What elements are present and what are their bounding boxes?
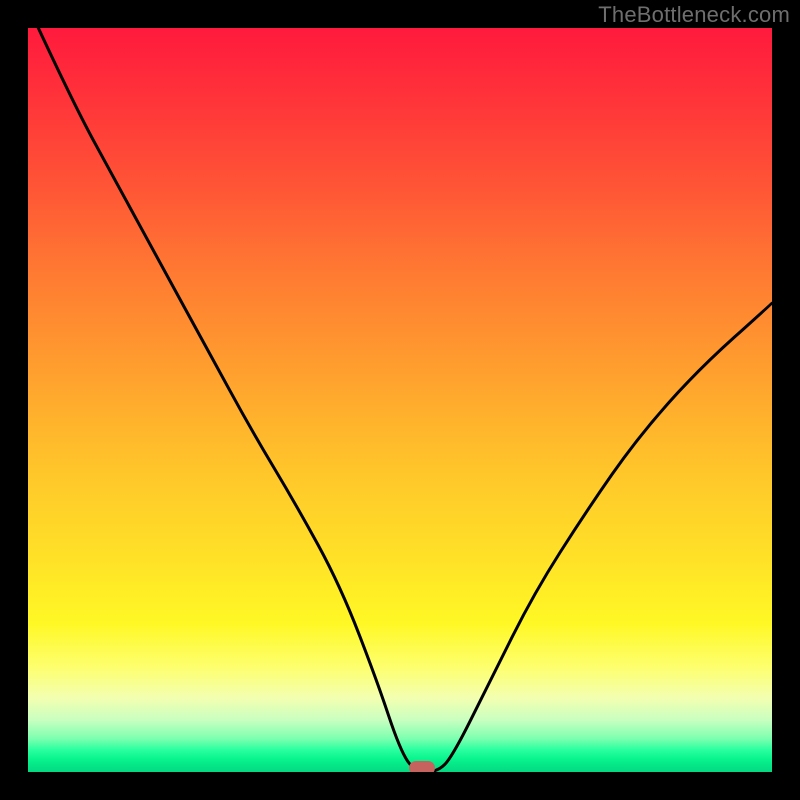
watermark-text: TheBottleneck.com: [598, 2, 790, 28]
bottleneck-curve: [28, 28, 772, 772]
plot-area: [28, 28, 772, 772]
optimal-point-marker: [409, 761, 435, 772]
chart-frame: TheBottleneck.com: [0, 0, 800, 800]
